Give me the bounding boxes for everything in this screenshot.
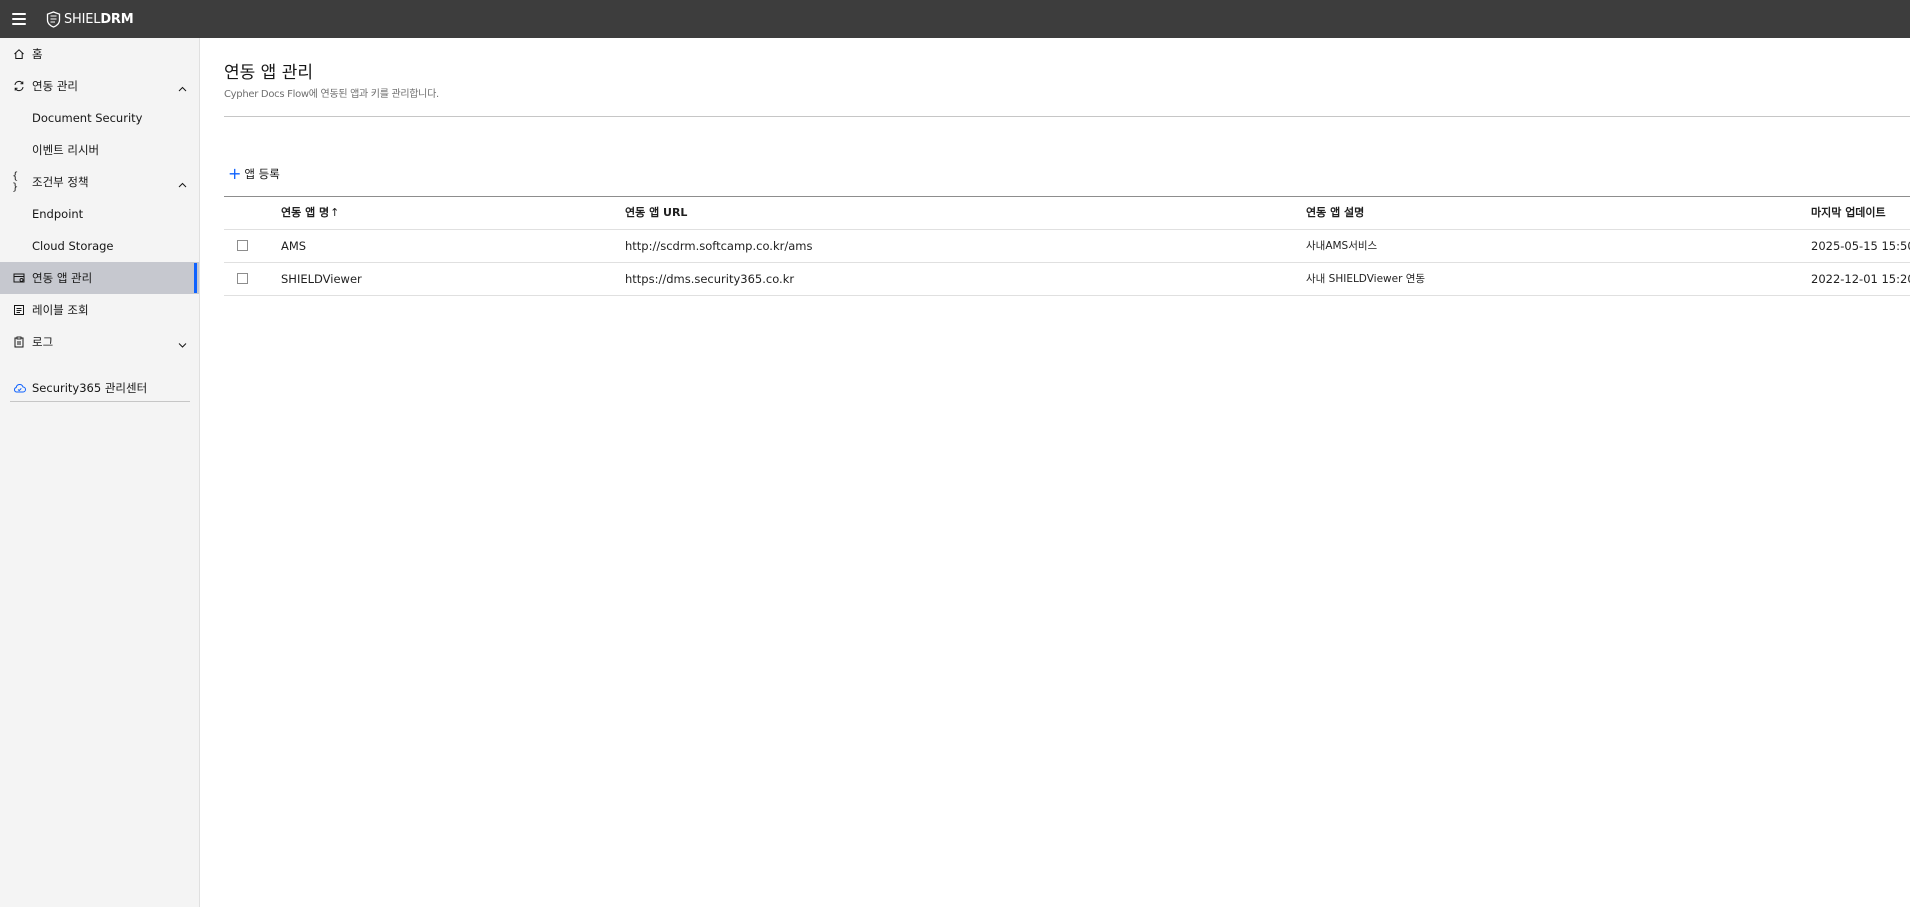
sync-icon	[12, 79, 26, 93]
table-row[interactable]: SHIELDViewer https://dms.security365.co.…	[224, 263, 1910, 296]
add-app-label: 앱 등록	[244, 167, 280, 181]
sort-ascending-icon[interactable]: ↑	[330, 206, 339, 219]
row-checkbox[interactable]	[237, 240, 248, 251]
app-updated: 2022-12-01 15:20:59	[1811, 272, 1910, 286]
sidebar-item-label: Cloud Storage	[32, 239, 114, 253]
header-divider	[224, 116, 1910, 117]
sidebar-item-cloud-storage[interactable]: Cloud Storage	[0, 230, 199, 262]
column-header-name[interactable]: 연동 앱 명↑	[281, 197, 339, 229]
app-name: SHIELDViewer	[281, 272, 362, 286]
sidebar-item-event-receiver[interactable]: 이벤트 리시버	[0, 134, 199, 166]
braces-icon: { }	[12, 171, 19, 193]
log-icon	[12, 335, 26, 349]
top-header: SHIEL DRM	[0, 0, 1910, 38]
sidebar-item-label: Endpoint	[32, 207, 84, 221]
app-url: http://scdrm.softcamp.co.kr/ams	[625, 239, 813, 253]
sidebar-item-app-management[interactable]: 연동 앱 관리	[0, 262, 199, 294]
home-icon	[12, 47, 26, 61]
column-header-url[interactable]: 연동 앱 URL	[625, 197, 687, 229]
column-header-updated[interactable]: 마지막 업데이트	[1811, 197, 1886, 229]
chevron-up-icon[interactable]	[178, 177, 187, 191]
logo-text-light: SHIEL	[64, 11, 101, 27]
sidebar-item-label: 홈	[32, 47, 43, 61]
sidebar-item-label: 이벤트 리시버	[32, 143, 100, 157]
sidebar-item-integration[interactable]: 연동 관리	[0, 70, 199, 102]
sidebar-item-label: 연동 관리	[32, 79, 78, 93]
page-subtitle: Cypher Docs Flow에 연동된 앱과 키를 관리합니다.	[224, 89, 439, 100]
sidebar-item-label: 레이블 조회	[32, 303, 89, 317]
sidebar-item-label: 로그	[32, 335, 54, 349]
sidebar-item-label-search[interactable]: 레이블 조회	[0, 294, 199, 326]
sidebar-item-security365[interactable]: Security365 관리센터	[0, 372, 199, 404]
app-logo[interactable]: SHIEL DRM	[46, 10, 134, 28]
row-checkbox[interactable]	[237, 273, 248, 284]
add-app-button[interactable]: + 앱 등록	[228, 166, 280, 182]
app-name: AMS	[281, 239, 307, 253]
sidebar-item-label: Security365 관리센터	[32, 381, 148, 395]
sidebar-item-document-security[interactable]: Document Security	[0, 102, 199, 134]
sidebar-item-home[interactable]: 홈	[0, 38, 199, 70]
label-icon	[12, 303, 26, 317]
sidebar-item-log[interactable]: 로그	[0, 326, 199, 358]
column-header-name-label: 연동 앱 명	[281, 206, 330, 219]
app-url: https://dms.security365.co.kr	[625, 272, 795, 286]
chevron-down-icon[interactable]	[178, 337, 187, 351]
sidebar-item-label: 조건부 정책	[32, 175, 89, 189]
shield-logo-icon	[46, 10, 61, 28]
cloud-icon	[12, 381, 26, 395]
sidebar-item-label: 연동 앱 관리	[32, 271, 93, 285]
plus-icon: +	[228, 164, 242, 183]
apps-table: 연동 앱 명↑ 연동 앱 URL 연동 앱 설명 마지막 업데이트 AMS ht…	[224, 196, 1910, 296]
app-description: 사내AMS서비스	[1306, 240, 1378, 252]
column-header-description[interactable]: 연동 앱 설명	[1306, 197, 1364, 229]
sidebar-item-endpoint[interactable]: Endpoint	[0, 198, 199, 230]
app-updated: 2025-05-15 15:50:59	[1811, 239, 1910, 253]
app-description: 사내 SHIELDViewer 연동	[1306, 273, 1426, 285]
chevron-up-icon[interactable]	[178, 81, 187, 95]
sidebar: 홈 연동 관리 Document Security 이벤트 리시버 { } 조건…	[0, 38, 200, 907]
sidebar-item-conditional-policy[interactable]: { } 조건부 정책	[0, 166, 199, 198]
app-integration-icon	[12, 271, 26, 285]
sidebar-item-label: Document Security	[32, 111, 143, 125]
menu-icon[interactable]	[12, 13, 26, 25]
table-header: 연동 앱 명↑ 연동 앱 URL 연동 앱 설명 마지막 업데이트	[224, 196, 1910, 230]
logo-text-bold: DRM	[100, 11, 134, 27]
page-title: 연동 앱 관리	[224, 63, 314, 83]
table-row[interactable]: AMS http://scdrm.softcamp.co.kr/ams 사내AM…	[224, 230, 1910, 263]
